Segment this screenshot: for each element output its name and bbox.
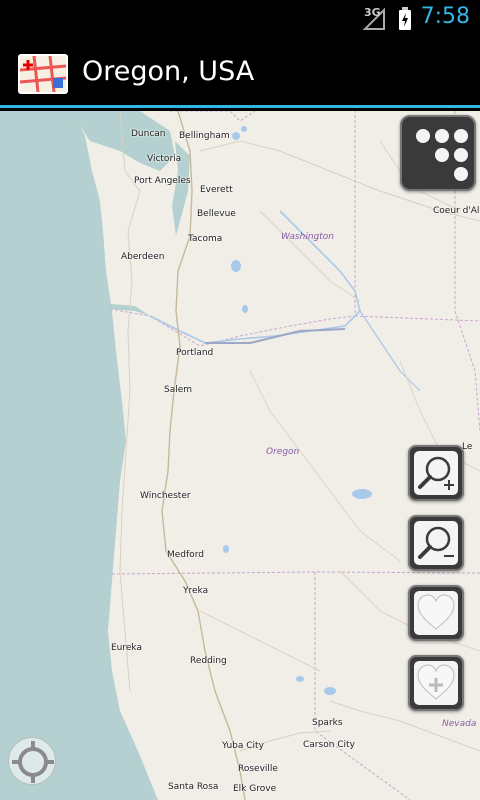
- city-label: Duncan: [131, 129, 166, 139]
- state-label: Washington: [281, 232, 334, 242]
- crosshair-icon: [12, 741, 54, 783]
- city-label: Coeur d'Ale: [433, 206, 480, 216]
- city-label: Elk Grove: [233, 784, 277, 794]
- city-label: Yreka: [183, 586, 209, 596]
- city-label: Bellingham: [179, 131, 230, 141]
- city-label: Aberdeen: [121, 252, 165, 262]
- signal-icon: 3G: [362, 6, 386, 30]
- city-label: Yuba City: [222, 741, 264, 751]
- heart-icon: [414, 591, 458, 635]
- city-label: Portland: [176, 348, 214, 358]
- city-label: Victoria: [147, 154, 182, 164]
- ocean: [0, 111, 158, 800]
- page-title: Oregon, USA: [82, 56, 255, 87]
- zoom-out-button[interactable]: [408, 515, 464, 571]
- city-label: Tacoma: [188, 234, 223, 244]
- action-bar: Oregon, USA: [0, 38, 480, 108]
- city-label: Everett: [200, 185, 233, 195]
- status-bar: 3G 7:58: [0, 0, 480, 38]
- city-label: Medford: [167, 550, 204, 560]
- layers-icon: [406, 121, 470, 185]
- status-clock: 7:58: [420, 4, 470, 29]
- zoom-in-icon: [414, 451, 458, 495]
- network-type: 3G: [364, 6, 381, 19]
- city-label: Bellevue: [197, 209, 236, 219]
- state-label: Oregon: [266, 447, 300, 457]
- zoom-out-icon: [414, 521, 458, 565]
- city-label: Salem: [164, 385, 193, 395]
- city-label: Santa Rosa: [168, 782, 219, 792]
- locate-button[interactable]: [8, 737, 56, 785]
- city-label: Eureka: [111, 643, 142, 653]
- city-label: Sparks: [312, 718, 343, 728]
- heart-add-icon: [414, 661, 458, 705]
- city-label: Carson City: [303, 740, 355, 750]
- city-label: Winchester: [140, 491, 191, 501]
- city-label: Redding: [190, 656, 227, 666]
- zoom-in-button[interactable]: [408, 445, 464, 501]
- city-label: Port Angeles: [134, 176, 191, 186]
- add-favorite-button[interactable]: [408, 655, 464, 711]
- state-label: Nevada: [442, 719, 477, 729]
- favorite-button[interactable]: [408, 585, 464, 641]
- layers-button[interactable]: [400, 115, 476, 191]
- city-label: Roseville: [238, 764, 278, 774]
- battery-icon: [398, 7, 412, 31]
- app-map-icon[interactable]: [18, 54, 68, 94]
